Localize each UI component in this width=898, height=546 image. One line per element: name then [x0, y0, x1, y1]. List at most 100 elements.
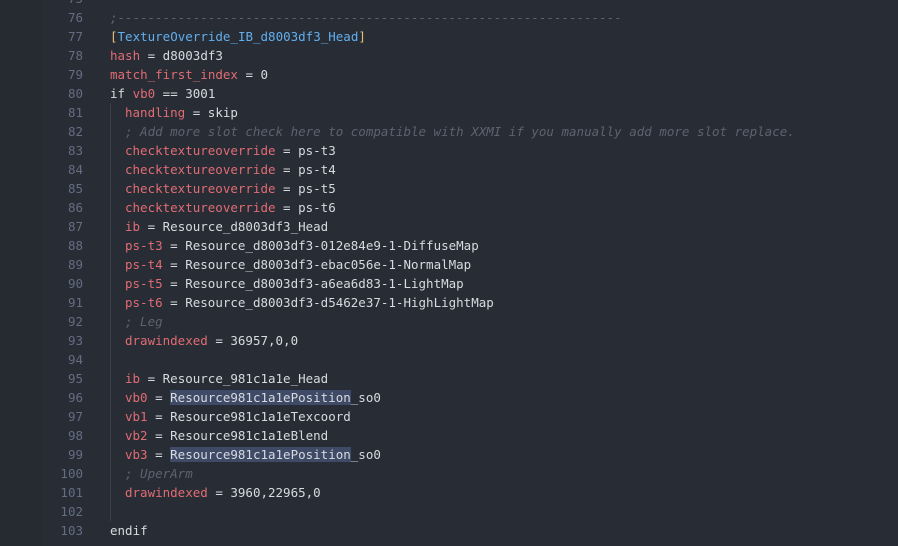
highlighted-token: Resource981c1a1ePosition: [170, 447, 351, 462]
code-line[interactable]: 103 endif: [0, 521, 898, 540]
code-token: =: [147, 447, 171, 462]
code-line[interactable]: 102: [0, 502, 898, 521]
code-line[interactable]: 88 ps-t3 = Resource_d8003df3-012e84e9-1-D…: [0, 236, 898, 255]
indent-guide: [110, 141, 111, 160]
code-line[interactable]: 90 ps-t5 = Resource_d8003df3-a6ea6d83-1-L…: [0, 274, 898, 293]
code-line[interactable]: 86 checktextureoverride = ps-t6: [0, 198, 898, 217]
code-text[interactable]: ib = Resource_981c1a1e_Head: [125, 369, 328, 388]
code-token: ib: [125, 219, 141, 234]
code-token: drawindexed: [125, 333, 208, 348]
code-token: = d8003df3: [140, 48, 223, 63]
line-number: 94: [67, 352, 83, 367]
code-line[interactable]: 91 ps-t6 = Resource_d8003df3-d5462e37-1-H…: [0, 293, 898, 312]
indent-guide: [110, 293, 111, 312]
code-line[interactable]: 93 drawindexed = 36957,0,0: [0, 331, 898, 350]
code-token: ;---------------------------------------…: [110, 10, 622, 25]
code-token: = Resource981c1a1eTexcoord: [147, 409, 351, 424]
code-text[interactable]: ;---------------------------------------…: [110, 8, 622, 27]
code-text[interactable]: [TextureOverride_IB_d8003df3_Head]: [110, 27, 366, 46]
indent-guide: [110, 407, 111, 426]
indent-guide: [110, 483, 111, 502]
line-number: 84: [67, 162, 83, 177]
code-line[interactable]: 83 checktextureoverride = ps-t3: [0, 141, 898, 160]
code-token: = ps-t6: [275, 200, 336, 215]
code-line[interactable]: 101 drawindexed = 3960,22965,0: [0, 483, 898, 502]
line-number: 77: [67, 29, 83, 44]
line-number: 85: [67, 181, 83, 196]
line-number: 88: [67, 238, 83, 253]
code-line[interactable]: 87 ib = Resource_d8003df3_Head: [0, 217, 898, 236]
code-line[interactable]: 95 ib = Resource_981c1a1e_Head: [0, 369, 898, 388]
code-text[interactable]: vb1 = Resource981c1a1eTexcoord: [125, 407, 351, 426]
code-line[interactable]: 99 vb3 = Resource981c1a1ePosition_so0: [0, 445, 898, 464]
line-number: 103: [60, 523, 83, 538]
code-token: endif: [110, 523, 148, 538]
code-token: ]: [358, 29, 366, 44]
code-text[interactable]: endif: [110, 521, 148, 540]
code-line[interactable]: 98 vb2 = Resource981c1a1eBlend: [0, 426, 898, 445]
line-number: 101: [60, 485, 83, 500]
code-token: ps-t4: [125, 257, 163, 272]
code-text[interactable]: vb0 = Resource981c1a1ePosition_so0: [125, 388, 381, 407]
code-text[interactable]: drawindexed = 36957,0,0: [125, 331, 298, 350]
code-editor[interactable]: 75 76 ;-----------------------------------…: [0, 0, 898, 546]
code-text[interactable]: ; UperArm: [125, 464, 193, 483]
code-token: ; Leg: [125, 314, 163, 329]
code-line[interactable]: 96 vb0 = Resource981c1a1ePosition_so0: [0, 388, 898, 407]
code-line[interactable]: 100 ; UperArm: [0, 464, 898, 483]
code-text[interactable]: ps-t5 = Resource_d8003df3-a6ea6d83-1-Lig…: [125, 274, 464, 293]
code-line[interactable]: 94: [0, 350, 898, 369]
code-line[interactable]: 97 vb1 = Resource981c1a1eTexcoord: [0, 407, 898, 426]
code-text[interactable]: if vb0 == 3001: [110, 84, 215, 103]
code-text[interactable]: ps-t4 = Resource_d8003df3-ebac056e-1-Nor…: [125, 255, 471, 274]
code-line[interactable]: 78 hash = d8003df3: [0, 46, 898, 65]
code-token: ; UperArm: [125, 466, 193, 481]
code-line[interactable]: 82 ; Add more slot check here to compatib…: [0, 122, 898, 141]
code-text[interactable]: hash = d8003df3: [110, 46, 223, 65]
code-token: _so0: [350, 447, 381, 462]
code-token: = Resource_d8003df3_Head: [140, 219, 329, 234]
code-line[interactable]: 85 checktextureoverride = ps-t5: [0, 179, 898, 198]
code-line[interactable]: 89 ps-t4 = Resource_d8003df3-ebac056e-1-N…: [0, 255, 898, 274]
code-text[interactable]: ps-t6 = Resource_d8003df3-d5462e37-1-Hig…: [125, 293, 494, 312]
indent-guide: [110, 179, 111, 198]
code-token: = Resource_d8003df3-ebac056e-1-NormalMap: [162, 257, 472, 272]
code-token: = Resource_981c1a1e_Head: [140, 371, 329, 386]
code-line[interactable]: 92 ; Leg: [0, 312, 898, 331]
line-number: 76: [67, 10, 83, 25]
code-line[interactable]: 75: [0, 0, 898, 8]
code-text[interactable]: ; Add more slot check here to compatible…: [125, 122, 795, 141]
code-text[interactable]: checktextureoverride = ps-t5: [125, 179, 336, 198]
code-line[interactable]: 84 checktextureoverride = ps-t4: [0, 160, 898, 179]
code-line[interactable]: 77 [TextureOverride_IB_d8003df3_Head]: [0, 27, 898, 46]
code-token: = ps-t3: [275, 143, 336, 158]
indent-guide: [110, 464, 111, 483]
code-token: TextureOverride_IB_d8003df3_Head: [117, 29, 359, 44]
code-text[interactable]: match_first_index = 0: [110, 65, 268, 84]
code-text[interactable]: ps-t3 = Resource_d8003df3-012e84e9-1-Dif…: [125, 236, 479, 255]
code-text[interactable]: ib = Resource_d8003df3_Head: [125, 217, 328, 236]
line-number: 75: [42, 0, 83, 8]
code-text[interactable]: drawindexed = 3960,22965,0: [125, 483, 321, 502]
code-token: match_first_index: [110, 67, 238, 82]
line-number: 100: [60, 466, 83, 481]
code-token: ps-t6: [125, 295, 163, 310]
line-number: 82: [67, 124, 83, 139]
line-number: 96: [67, 390, 83, 405]
code-text[interactable]: checktextureoverride = ps-t3: [125, 141, 336, 160]
code-text[interactable]: ; Leg: [125, 312, 163, 331]
code-text[interactable]: checktextureoverride = ps-t4: [125, 160, 336, 179]
code-token: ps-t3: [125, 238, 163, 253]
code-line[interactable]: 80 if vb0 == 3001: [0, 84, 898, 103]
code-text[interactable]: handling = skip: [125, 103, 238, 122]
line-number: 95: [67, 371, 83, 386]
code-line[interactable]: 81 handling = skip: [0, 103, 898, 122]
code-text[interactable]: vb3 = Resource981c1a1ePosition_so0: [125, 445, 381, 464]
code-text[interactable]: vb2 = Resource981c1a1eBlend: [125, 426, 328, 445]
highlighted-token: Resource981c1a1ePosition: [170, 390, 351, 405]
code-text[interactable]: checktextureoverride = ps-t6: [125, 198, 336, 217]
code-line[interactable]: 79 match_first_index = 0: [0, 65, 898, 84]
code-line[interactable]: 76 ;-------------------------------------…: [0, 8, 898, 27]
code-token: vb2: [125, 428, 148, 443]
line-number: 80: [67, 86, 83, 101]
